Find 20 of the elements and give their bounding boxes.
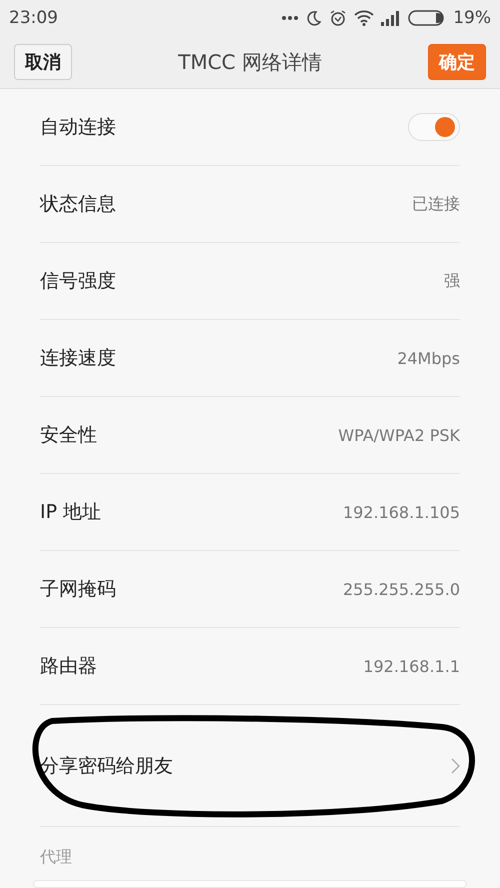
setting-label: 状态信息 — [40, 192, 116, 217]
setting-value: WPA/WPA2 PSK — [338, 426, 460, 444]
setting-label: 信号强度 — [40, 269, 116, 294]
setting-value: 192.168.1.1 — [363, 656, 460, 676]
battery-percent: 19% — [453, 8, 491, 28]
setting-label: 连接速度 — [40, 346, 116, 371]
setting-value: 已连接 — [412, 194, 460, 214]
setting-label: IP 地址 — [40, 500, 102, 525]
setting-label: 路由器 — [40, 654, 97, 679]
setting-label: 自动连接 — [40, 115, 116, 140]
setting-value: 强 — [444, 270, 460, 292]
section-label: 代理 — [39, 846, 73, 868]
status-time: 23:09 — [9, 8, 58, 28]
setting-label: 子网掩码 — [40, 577, 116, 602]
setting-value: 192.168.1.105 — [342, 502, 460, 522]
page-title: TMCC 网络详情 — [178, 48, 322, 76]
setting-label: 安全性 — [40, 423, 97, 448]
cancel-button[interactable]: 取消 — [14, 44, 72, 80]
setting-value: 24Mbps — [397, 348, 460, 368]
setting-value: 255.255.255.0 — [342, 580, 460, 598]
